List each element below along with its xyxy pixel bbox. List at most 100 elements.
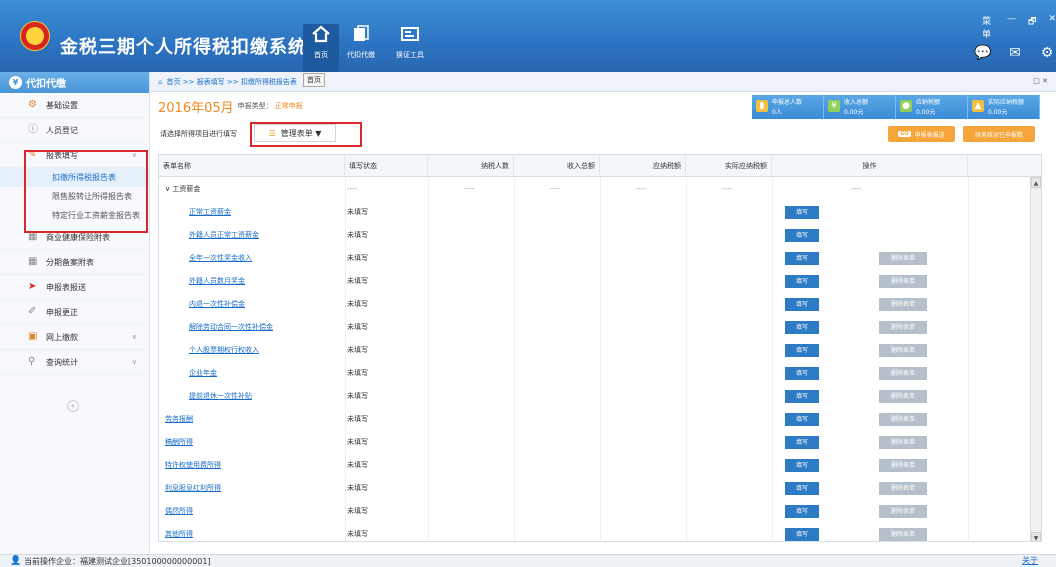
col-header-taxpayers: 纳税人数 xyxy=(428,155,514,177)
delete-form-button[interactable]: 删除表单 xyxy=(879,321,927,334)
money-icon: ¥ xyxy=(828,100,840,112)
finance-check-button[interactable]: 财务核对已申报数 xyxy=(963,126,1035,142)
submit-report-label: 申报表报送 xyxy=(914,131,945,139)
fill-button[interactable]: 填写 xyxy=(785,413,819,426)
fill-button[interactable]: 填写 xyxy=(785,367,819,380)
window-close-button[interactable]: ✕ xyxy=(1048,14,1056,40)
fill-button[interactable]: 填写 xyxy=(785,459,819,472)
delete-form-button[interactable]: 删除表单 xyxy=(879,390,927,403)
sidebar-item-basic-settings[interactable]: ⚙ 基础设置 xyxy=(0,93,149,118)
form-name-link[interactable]: 提前退休一次性补贴 xyxy=(189,385,252,408)
stat-label: 实际应纳税额 xyxy=(988,99,1025,106)
grid-icon: ▦ xyxy=(28,231,38,242)
nav-proxy-label: 代扣代缴 xyxy=(347,51,375,59)
fill-button[interactable]: 填写 xyxy=(785,229,819,242)
delete-form-button[interactable]: 删除表单 xyxy=(879,252,927,265)
sidebar-item-query[interactable]: ⚲ 查询统计 ∨ xyxy=(0,350,149,375)
delete-form-button[interactable]: 删除表单 xyxy=(879,298,927,311)
breadcrumb-home[interactable]: 首页 xyxy=(166,77,180,87)
form-name-link[interactable]: 偶然所得 xyxy=(165,500,193,523)
sidebar-item-online-payment[interactable]: ▣ 网上缴款 ∨ xyxy=(0,325,149,350)
home-icon[interactable]: ⌂ xyxy=(158,78,162,86)
stat-actual-tax: ▲ 实际应纳税额 0.00元 xyxy=(968,95,1040,119)
fill-button[interactable]: 填写 xyxy=(785,528,819,541)
form-status: 未填写 xyxy=(347,346,368,354)
form-name-link[interactable]: 外籍人员数月奖金 xyxy=(189,270,245,293)
sidebar-item-label: 申报更正 xyxy=(46,307,78,317)
fill-button[interactable]: 填写 xyxy=(785,321,819,334)
stat-label: 申报总人数 xyxy=(772,99,803,106)
fill-button[interactable]: 填写 xyxy=(785,275,819,288)
form-name-link[interactable]: 外籍人员正常工资薪金 xyxy=(189,224,259,247)
fill-button[interactable]: 填写 xyxy=(785,252,819,265)
fill-button[interactable]: 填写 xyxy=(785,505,819,518)
sidebar: ¥ 代扣代缴 ⚙ 基础设置 ⓘ 人员登记 ✎ 报表填写 ∨ 扣缴所得税报告表 限… xyxy=(0,72,150,554)
delete-form-button[interactable]: 删除表单 xyxy=(879,436,927,449)
about-link[interactable]: 关于 xyxy=(1022,555,1038,566)
nav-home-button[interactable]: 首页 xyxy=(303,24,339,72)
form-name-link[interactable]: 企业年金 xyxy=(189,362,217,385)
cert-tool-icon xyxy=(401,27,419,41)
form-name-link[interactable]: 个人股票期权行权收入 xyxy=(189,339,259,362)
nav-proxy-button[interactable]: 代扣代缴 xyxy=(347,24,375,60)
table-row: 提前退休一次性补贴 未填写 填写 删除表单 xyxy=(159,385,1031,408)
sidebar-collapse-button[interactable]: « xyxy=(67,400,79,412)
form-name-link[interactable]: 正常工资薪金 xyxy=(189,201,231,224)
sidebar-item-installment[interactable]: ▦ 分期备案附表 xyxy=(0,250,149,275)
form-name-link[interactable]: 全年一次性奖金收入 xyxy=(189,247,252,270)
form-name-link[interactable]: 内退一次性补偿金 xyxy=(189,293,245,316)
chat-icon[interactable]: 💬 xyxy=(974,45,992,61)
fill-button[interactable]: 填写 xyxy=(785,482,819,495)
form-status: 未填写 xyxy=(347,300,368,308)
sidebar-header: ¥ 代扣代缴 xyxy=(0,72,149,93)
fill-button[interactable]: 填写 xyxy=(785,436,819,449)
correct-icon: ✐ xyxy=(28,306,37,317)
sidebar-item-personnel[interactable]: ⓘ 人员登记 xyxy=(0,118,149,143)
search-icon: ⚲ xyxy=(28,356,36,367)
forms-table: 表单名称 填写状态 纳税人数 收入总额 应纳税额 实际应纳税额 操作 ∨ 工资薪… xyxy=(158,154,1042,542)
delete-form-button[interactable]: 删除表单 xyxy=(879,528,927,541)
table-row: 外籍人员正常工资薪金 未填写 填写 xyxy=(159,224,1031,247)
panel-window-controls[interactable]: □ ✕ xyxy=(1033,77,1048,85)
table-scrollbar[interactable]: ▲ ▼ xyxy=(1030,177,1041,541)
form-name-link[interactable]: 稿酬所得 xyxy=(165,431,193,454)
mail-icon[interactable]: ✉ xyxy=(1006,45,1024,61)
delete-form-button[interactable]: 删除表单 xyxy=(879,413,927,426)
delete-form-button[interactable]: 删除表单 xyxy=(879,367,927,380)
delete-form-button[interactable]: 删除表单 xyxy=(879,275,927,288)
form-name-link[interactable]: 特许权使用费所得 xyxy=(165,454,221,477)
form-name-link[interactable]: 利息股息红利所得 xyxy=(165,477,221,500)
nav-cert-tool-button[interactable]: 换证工具 xyxy=(396,24,424,60)
scroll-down-icon[interactable]: ▼ xyxy=(1031,532,1041,541)
form-name-link[interactable]: 劳务报酬 xyxy=(165,408,193,431)
person-tax-icon: ▲ xyxy=(972,100,984,112)
report-period: 2016年05月 xyxy=(158,100,234,116)
form-status: 未填写 xyxy=(347,369,368,377)
report-type-label: 申报类型： xyxy=(237,102,273,110)
window-menu-button[interactable]: 菜单 xyxy=(982,14,995,40)
form-name-link[interactable]: 解除劳动合同一次性补偿金 xyxy=(189,316,273,339)
submit-report-button[interactable]: GO 申报表报送 xyxy=(888,126,955,142)
table-group-row[interactable]: ∨ 工资薪金 ---- ---- ---- ---- ---- ---- xyxy=(159,178,1031,201)
stat-total-people: ▮ 申报总人数 0人 xyxy=(752,95,824,119)
window-restore-button[interactable]: 🗗 xyxy=(1028,14,1036,40)
scroll-up-icon[interactable]: ▲ xyxy=(1031,177,1041,188)
delete-form-button[interactable]: 删除表单 xyxy=(879,344,927,357)
form-name-link[interactable]: 其他所得 xyxy=(165,523,193,541)
fill-button[interactable]: 填写 xyxy=(785,344,819,357)
fill-button[interactable]: 填写 xyxy=(785,206,819,219)
sidebar-item-correction[interactable]: ✐ 申报更正 xyxy=(0,300,149,325)
fill-button[interactable]: 填写 xyxy=(785,298,819,311)
delete-form-button[interactable]: 删除表单 xyxy=(879,459,927,472)
sidebar-item-submit[interactable]: ➤ 申报表报送 xyxy=(0,275,149,300)
breadcrumb-report-fill[interactable]: 报表填写 xyxy=(197,77,225,87)
fill-button[interactable]: 填写 xyxy=(785,390,819,403)
delete-form-button[interactable]: 删除表单 xyxy=(879,482,927,495)
stats-panel: ▮ 申报总人数 0人 ¥ 收入总额 0.00元 ● 应纳税额 0.00元 ▲ 实… xyxy=(752,95,1040,119)
form-status: 未填写 xyxy=(347,208,368,216)
delete-form-button[interactable]: 删除表单 xyxy=(879,505,927,518)
window-minimize-button[interactable]: — xyxy=(1007,14,1016,40)
table-row: 其他所得 未填写 填写 删除表单 xyxy=(159,523,1031,541)
table-row: 稿酬所得 未填写 填写 删除表单 xyxy=(159,431,1031,454)
settings-icon[interactable]: ⚙ xyxy=(1038,45,1056,61)
